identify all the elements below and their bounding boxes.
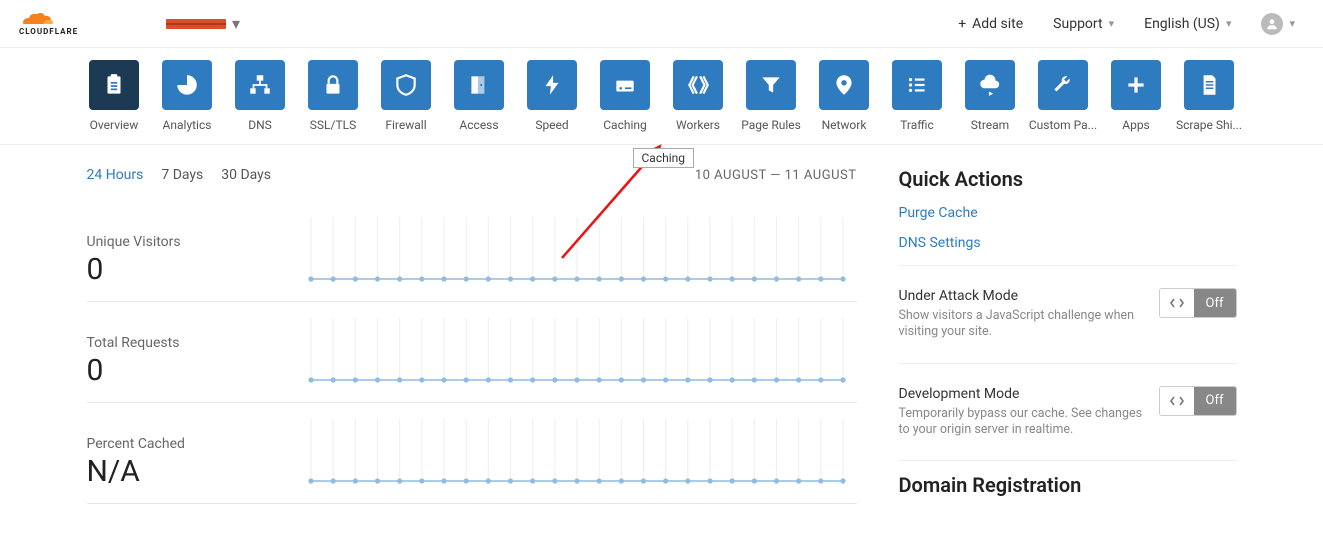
cloudflare-logo[interactable]: CLOUDFLARE — [18, 7, 128, 41]
metric-label: Percent Cached — [87, 436, 277, 452]
clipboard-icon — [89, 60, 139, 110]
nav-page[interactable]: Scrape Shi... — [1182, 60, 1237, 144]
metric-value: N/A — [87, 454, 277, 489]
metric-value: 0 — [87, 252, 277, 287]
svg-text:CLOUDFLARE: CLOUDFLARE — [19, 27, 78, 36]
chevron-down-icon: ▾ — [1226, 17, 1232, 30]
nav-clipboard[interactable]: Overview — [87, 60, 142, 144]
under-attack-title: Under Attack Mode — [899, 288, 1143, 304]
add-site-button[interactable]: + Add site — [958, 16, 1023, 32]
domain-registration-heading: Domain Registration — [899, 473, 1237, 497]
tooltip: Caching — [633, 148, 695, 168]
support-dropdown[interactable]: Support ▾ — [1053, 16, 1114, 32]
metric-label: Unique Visitors — [87, 234, 277, 250]
purge-cache-link[interactable]: Purge Cache — [899, 205, 1237, 221]
nav-label: Network — [822, 118, 867, 132]
nav-label: Speed — [535, 118, 568, 132]
nav-tiles: Overview Analytics DNS SSL/TLS Firewall … — [0, 48, 1323, 145]
add-site-label: Add site — [972, 16, 1023, 32]
under-attack-desc: Show visitors a JavaScript challenge whe… — [899, 308, 1143, 341]
bolt-icon — [527, 60, 577, 110]
chevron-down-icon: ▾ — [232, 14, 240, 33]
sitemap-icon — [235, 60, 285, 110]
nav-wrench[interactable]: Custom Pa... — [1036, 60, 1091, 144]
toggle-arrows-icon — [1160, 289, 1194, 317]
range-tab-7d[interactable]: 7 Days — [161, 167, 203, 183]
domain-selector[interactable]: ▾ — [166, 14, 240, 33]
nav-label: Page Rules — [741, 118, 801, 132]
shield-icon — [381, 60, 431, 110]
sparkline-chart — [297, 318, 857, 388]
workers-icon — [673, 60, 723, 110]
range-tab-24h[interactable]: 24 Hours — [87, 167, 144, 183]
date-range-label: 10 AUGUST — 11 AUGUST — [695, 168, 857, 183]
avatar-icon — [1261, 13, 1283, 35]
nav-label: Stream — [971, 118, 1009, 132]
nav-bolt[interactable]: Speed — [525, 60, 580, 144]
plus-icon: + — [958, 16, 966, 32]
nav-funnel[interactable]: Page Rules — [744, 60, 799, 144]
nav-label: DNS — [248, 118, 272, 132]
nav-drive[interactable]: Caching Caching — [598, 60, 653, 144]
sparkline-chart — [297, 419, 857, 489]
nav-label: Caching — [603, 118, 647, 132]
redacted-domain-name — [166, 19, 226, 29]
wrench-icon — [1038, 60, 1088, 110]
language-dropdown[interactable]: English (US) ▾ — [1144, 16, 1231, 32]
marker-icon — [819, 60, 869, 110]
plus-icon — [1111, 60, 1161, 110]
language-label: English (US) — [1144, 16, 1220, 32]
nav-pie[interactable]: Analytics — [160, 60, 215, 144]
nav-label: Analytics — [163, 118, 212, 132]
support-label: Support — [1053, 16, 1102, 32]
drive-icon — [600, 60, 650, 110]
nav-label: Custom Pa... — [1029, 118, 1097, 132]
metric-label: Total Requests — [87, 335, 277, 351]
toggle-state-label: Off — [1194, 289, 1236, 317]
sparkline-chart — [297, 217, 857, 287]
toggle-state-label: Off — [1194, 387, 1236, 415]
quick-actions-heading: Quick Actions — [899, 167, 1237, 191]
nav-sitemap[interactable]: DNS — [233, 60, 288, 144]
dev-mode-desc: Temporarily bypass our cache. See change… — [899, 406, 1143, 439]
nav-door[interactable]: Access — [452, 60, 507, 144]
nav-label: Workers — [676, 118, 720, 132]
nav-marker[interactable]: Network — [817, 60, 872, 144]
page-icon — [1184, 60, 1234, 110]
chevron-down-icon: ▾ — [1289, 17, 1295, 30]
nav-label: Firewall — [385, 118, 426, 132]
under-attack-toggle[interactable]: Off — [1159, 288, 1237, 318]
nav-cloud-play[interactable]: Stream — [963, 60, 1018, 144]
pie-icon — [162, 60, 212, 110]
nav-workers[interactable]: Workers — [671, 60, 726, 144]
door-icon — [454, 60, 504, 110]
nav-label: Traffic — [900, 118, 934, 132]
nav-shield[interactable]: Firewall — [379, 60, 434, 144]
lock-icon — [308, 60, 358, 110]
nav-list[interactable]: Traffic — [890, 60, 945, 144]
list-icon — [892, 60, 942, 110]
nav-lock[interactable]: SSL/TLS — [306, 60, 361, 144]
nav-label: SSL/TLS — [310, 118, 356, 132]
nav-label: Overview — [90, 118, 139, 132]
chevron-down-icon: ▾ — [1109, 17, 1115, 30]
account-menu[interactable]: ▾ — [1261, 13, 1295, 35]
nav-plus[interactable]: Apps — [1109, 60, 1164, 144]
funnel-icon — [746, 60, 796, 110]
nav-label: Apps — [1122, 118, 1150, 132]
metric-value: 0 — [87, 353, 277, 388]
nav-label: Access — [459, 118, 498, 132]
dev-mode-toggle[interactable]: Off — [1159, 386, 1237, 416]
toggle-arrows-icon — [1160, 387, 1194, 415]
dns-settings-link[interactable]: DNS Settings — [899, 235, 1237, 251]
cloud-play-icon — [965, 60, 1015, 110]
nav-label: Scrape Shi... — [1176, 118, 1242, 132]
range-tab-30d[interactable]: 30 Days — [221, 167, 271, 183]
dev-mode-title: Development Mode — [899, 386, 1143, 402]
